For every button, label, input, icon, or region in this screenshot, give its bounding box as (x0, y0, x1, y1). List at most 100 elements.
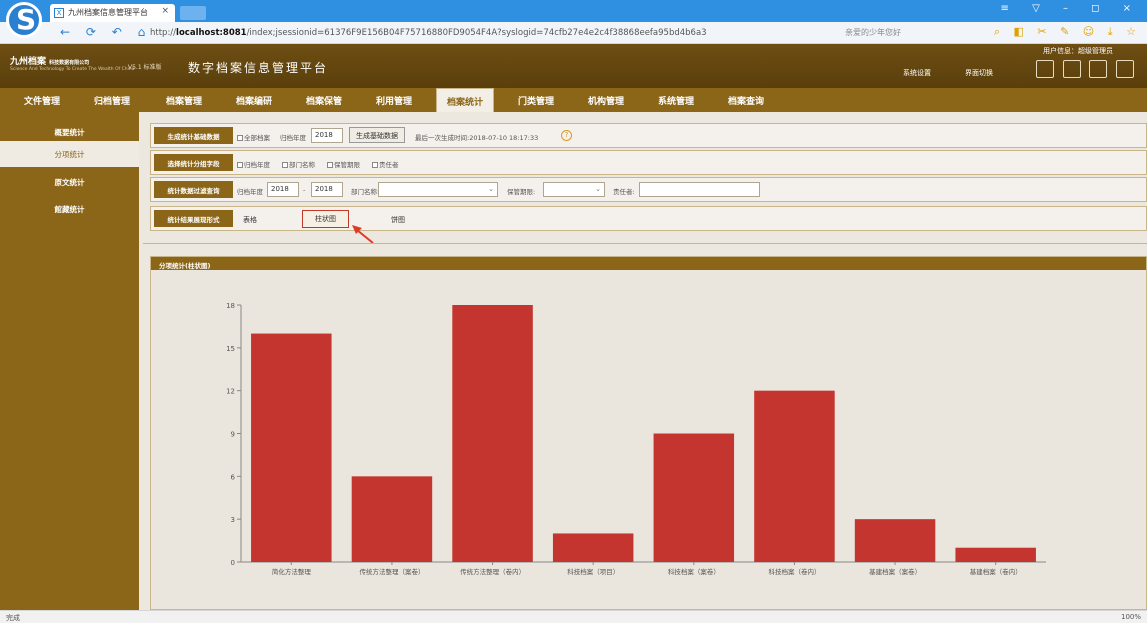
display-pie-option[interactable]: 饼图 (391, 215, 405, 225)
form-row-filter: 统计数据过滤查询 归档年度 2018 - 2018 部门名称: ⌄ 保管期限: … (150, 177, 1147, 202)
address-hint[interactable]: 亲爱的少年您好 (845, 27, 901, 38)
retention-select[interactable]: ⌄ (543, 182, 605, 197)
year-to-input[interactable]: 2018 (311, 182, 343, 197)
all-archives-checkbox[interactable]: 全部档案 (237, 132, 270, 142)
browser-tab[interactable]: X 九州档案信息管理平台 × (50, 4, 175, 22)
responsible-input[interactable] (639, 182, 760, 197)
nav-item[interactable]: 系统管理 (658, 94, 694, 107)
archive-year-label: 归档年度 (280, 134, 306, 142)
nav-item-active[interactable]: 档案统计 (436, 88, 495, 112)
help-icon[interactable]: ? (561, 130, 572, 141)
row-label: 统计结果展现形式 (154, 210, 233, 227)
group-retention-checkbox[interactable]: 保管期限 (327, 159, 360, 169)
chart-bar (351, 476, 433, 562)
y-tick-label: 18 (226, 302, 235, 310)
url-field[interactable]: http://localhost:8081/index;jsessionid=6… (150, 28, 707, 38)
year-separator: - (303, 186, 306, 194)
x-tick-label: 基建档案（卷内） (970, 567, 1022, 576)
bar-chart: 0 3 6 9 12 15 18 简化方法整理 传统方法整理（案卷） 传统方法整理（卷内） 科技档案… (226, 302, 1046, 576)
x-tick-label: 传统方法整理（卷内） (460, 567, 525, 576)
year-from-input[interactable]: 2018 (267, 182, 299, 197)
status-bar: 完成 100% (0, 610, 1147, 623)
url-host: localhost:8081 (176, 28, 247, 38)
browser-logo-icon[interactable] (6, 2, 42, 38)
chart-panel-title: 分项统计(柱状图) (151, 257, 1146, 270)
sidebar-item-collection[interactable]: 館藏统计 (0, 196, 139, 222)
tab-close-icon[interactable]: × (161, 6, 169, 16)
archive-year-input[interactable]: 2018 (311, 128, 343, 143)
zoom-level[interactable]: 100% (1121, 613, 1141, 621)
page-favicon-icon: X (54, 8, 64, 18)
brand-sub: 科技数据有限公司 (49, 60, 90, 66)
main-nav: 文件管理 归档管理 档案管理 档案编研 档案保管 利用管理 档案统计 门类管理 … (0, 88, 1147, 112)
window-controls[interactable]: ≡ ▽ – ◻ × (1001, 3, 1141, 14)
last-generated-time: 最后一次生成时间:2018-07-10 18:17:33 (415, 134, 539, 142)
nav-item[interactable]: 利用管理 (376, 94, 412, 107)
nav-item[interactable]: 档案编研 (236, 94, 272, 107)
x-tick-label: 科技档案（案卷） (668, 567, 720, 576)
sidebar-item-itemized[interactable]: 分项统计 (0, 141, 139, 167)
app-header: 九州档案 科技数据有限公司 Science And Technology To … (0, 44, 1147, 88)
nav-item[interactable]: 档案保管 (306, 94, 342, 107)
chart-bar (452, 305, 533, 562)
user-info: 用户信息：超级管理员 (1043, 47, 1113, 55)
platform-title: 数字档案信息管理平台 (188, 61, 329, 75)
divider (143, 243, 1147, 244)
row-label: 选择统计分组字段 (154, 154, 233, 171)
group-responsible-checkbox[interactable]: 责任者 (372, 159, 399, 169)
form-row-group-fields: 选择统计分组字段 归档年度 部门名称 保管期限 责任者 (150, 150, 1147, 175)
y-tick-label: 12 (226, 388, 235, 396)
chart-bar (653, 433, 735, 562)
url-path: /index;jsessionid=61376F9E156B04F7571688… (246, 28, 707, 38)
nav-item[interactable]: 归档管理 (94, 94, 130, 107)
chevron-down-icon: ⌄ (488, 185, 494, 193)
status-text: 完成 (6, 614, 20, 622)
row-label: 统计数据过滤查询 (154, 181, 233, 198)
version-label: V5.1 标准版 (128, 64, 162, 71)
new-tab-button[interactable] (180, 6, 206, 20)
browser-tab-bar: X 九州档案信息管理平台 × ≡ ▽ – ◻ × (0, 0, 1147, 22)
display-table-option[interactable]: 表格 (243, 215, 257, 225)
chart-panel: 分项统计(柱状图) 0 3 6 9 12 15 18 简化方法整理 传统方法整理（案卷） 传统方法… (150, 256, 1147, 610)
x-tick-label: 简化方法整理 (272, 567, 312, 576)
nav-item[interactable]: 门类管理 (518, 94, 554, 107)
display-bar-option[interactable]: 柱状图 (302, 210, 349, 228)
y-tick-label: 15 (226, 345, 235, 353)
y-tick-label: 0 (231, 559, 235, 567)
chevron-down-icon: ⌄ (595, 185, 601, 193)
group-year-checkbox[interactable]: 归档年度 (237, 159, 270, 169)
x-tick-label: 传统方法整理（案卷） (359, 567, 424, 576)
y-tick-label: 6 (231, 473, 236, 481)
tab-title: 九州档案信息管理平台 (68, 8, 148, 17)
nav-item[interactable]: 机构管理 (588, 94, 624, 107)
browser-toolbar-icons[interactable]: ⌕ ◧ ✂ ✎ ☺ ⤓ ☆ (994, 25, 1141, 39)
brand-logo: 九州档案 科技数据有限公司 Science And Technology To … (10, 54, 135, 72)
nav-item[interactable]: 档案查询 (728, 94, 764, 107)
archive-icon[interactable] (1063, 60, 1081, 78)
y-tick-label: 3 (231, 516, 235, 524)
group-dept-checkbox[interactable]: 部门名称 (282, 159, 315, 169)
brand-slogan: Science And Technology To Create The Wea… (10, 67, 135, 72)
sidebar: 概要统计 分项统计 原文统计 館藏统计 (0, 112, 139, 610)
nav-item[interactable]: 档案管理 (166, 94, 202, 107)
form-row-display: 统计结果展现形式 表格 柱状图 饼图 (150, 206, 1147, 231)
url-prefix: http:// (150, 28, 177, 38)
system-settings-link[interactable]: 系统设置 (903, 68, 931, 78)
logout-icon[interactable] (1116, 60, 1134, 78)
brand-name: 九州档案 (10, 57, 47, 67)
chart-bar (754, 390, 835, 562)
power-icon[interactable] (1089, 60, 1107, 78)
x-tick-label: 基建档案（案卷） (869, 567, 921, 576)
switch-ui-link[interactable]: 界面切换 (965, 68, 993, 78)
generate-data-button[interactable]: 生成基础数据 (349, 127, 405, 143)
chart-bar (251, 333, 332, 562)
x-tick-label: 科技档案（项目） (567, 567, 619, 576)
chart-bar (552, 533, 634, 562)
sidebar-item-original[interactable]: 原文统计 (0, 169, 139, 195)
browser-nav-buttons[interactable]: ← ⟳ ↶ ⌂ (60, 25, 151, 39)
address-bar: ← ⟳ ↶ ⌂ http://localhost:8081/index;jses… (0, 22, 1147, 44)
home-icon[interactable] (1036, 60, 1054, 78)
y-tick-label: 9 (231, 431, 235, 439)
nav-item[interactable]: 文件管理 (24, 94, 60, 107)
dept-select[interactable]: ⌄ (378, 182, 498, 197)
